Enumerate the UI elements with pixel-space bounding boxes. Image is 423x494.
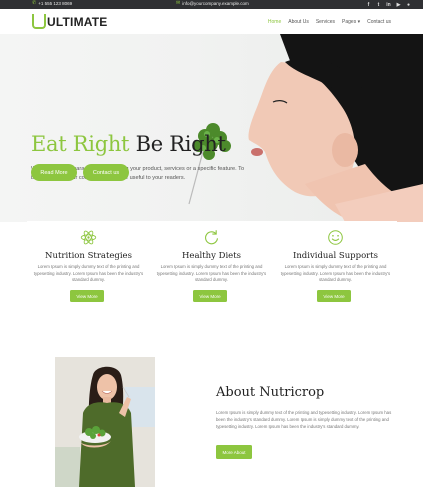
linkedin-icon[interactable]: in <box>385 1 392 8</box>
feature-title: Individual Supports <box>292 251 379 261</box>
email-info[interactable]: ✉ info@yourcompany.example.com <box>176 0 249 7</box>
contact-us-button[interactable]: Contact us <box>83 164 129 181</box>
features-section: Nutrition Strategies Lorem Ipsum is simp… <box>27 221 397 311</box>
hero-banner: Eat Right Be Right Write one or two para… <box>0 34 423 222</box>
feature-description: Lorem Ipsum is simply dummy text of the … <box>156 264 267 282</box>
feature-title: Healthy Diets <box>182 251 241 261</box>
feature-card: Nutrition Strategies Lorem Ipsum is simp… <box>27 221 150 311</box>
feature-card: Healthy Diets Lorem Ipsum is simply dumm… <box>150 221 273 311</box>
email-address: info@yourcompany.example.com <box>182 1 249 6</box>
logo-mark-icon <box>32 14 46 29</box>
feature-description: Lorem Ipsum is simply dummy text of the … <box>33 264 144 282</box>
nav-item-about[interactable]: About Us <box>288 19 309 25</box>
top-bar: ✆ +1 555 123 8069 ✉ info@yourcompany.exa… <box>0 0 423 9</box>
hero-title: Eat Right Be Right <box>31 132 226 156</box>
hero-title-dark: Be Right <box>129 132 226 156</box>
atom-icon <box>80 230 97 245</box>
nav-item-pages[interactable]: Pages ▾ <box>342 19 360 25</box>
nav-item-home[interactable]: Home <box>268 19 281 25</box>
view-more-button[interactable]: View More <box>70 290 104 302</box>
phone-icon: ✆ <box>32 0 37 6</box>
feature-card: Individual Supports Lorem Ipsum is simpl… <box>274 221 397 311</box>
more-about-button[interactable]: More About <box>216 445 252 459</box>
logo-text: ULTIMATE <box>47 14 108 29</box>
feature-description: Lorem Ipsum is simply dummy text of the … <box>280 264 391 282</box>
facebook-icon[interactable]: f <box>365 1 372 8</box>
refresh-icon <box>205 230 219 245</box>
youtube-icon[interactable]: ▶ <box>395 1 402 8</box>
logo[interactable]: ULTIMATE <box>32 14 107 29</box>
smiley-icon <box>328 230 343 245</box>
social-links: f t in ▶ ● <box>365 1 412 8</box>
about-title: About Nutricrop <box>216 385 325 400</box>
mail-icon: ✉ <box>176 0 181 6</box>
nav-item-contact[interactable]: Contact us <box>367 19 391 25</box>
read-more-button[interactable]: Read More <box>31 164 77 181</box>
about-woman-with-salad-image <box>55 357 155 487</box>
nav-item-services[interactable]: Services <box>316 19 335 25</box>
phone-number: +1 555 123 8069 <box>38 1 73 6</box>
about-description: Lorem Ipsum is simply dummy text of the … <box>216 410 392 429</box>
view-more-button[interactable]: View More <box>193 290 227 302</box>
hero-title-green: Eat Right <box>31 132 130 156</box>
hero-woman-eating-broccoli-image <box>188 34 423 222</box>
github-icon[interactable]: ● <box>405 1 412 8</box>
phone-info[interactable]: ✆ +1 555 123 8069 <box>32 0 73 7</box>
view-more-button[interactable]: View More <box>317 290 351 302</box>
main-nav: Home About Us Services Pages ▾ Contact u… <box>268 19 391 25</box>
site-header: ULTIMATE Home About Us Services Pages ▾ … <box>0 9 423 34</box>
feature-title: Nutrition Strategies <box>45 251 132 261</box>
twitter-icon[interactable]: t <box>375 1 382 8</box>
